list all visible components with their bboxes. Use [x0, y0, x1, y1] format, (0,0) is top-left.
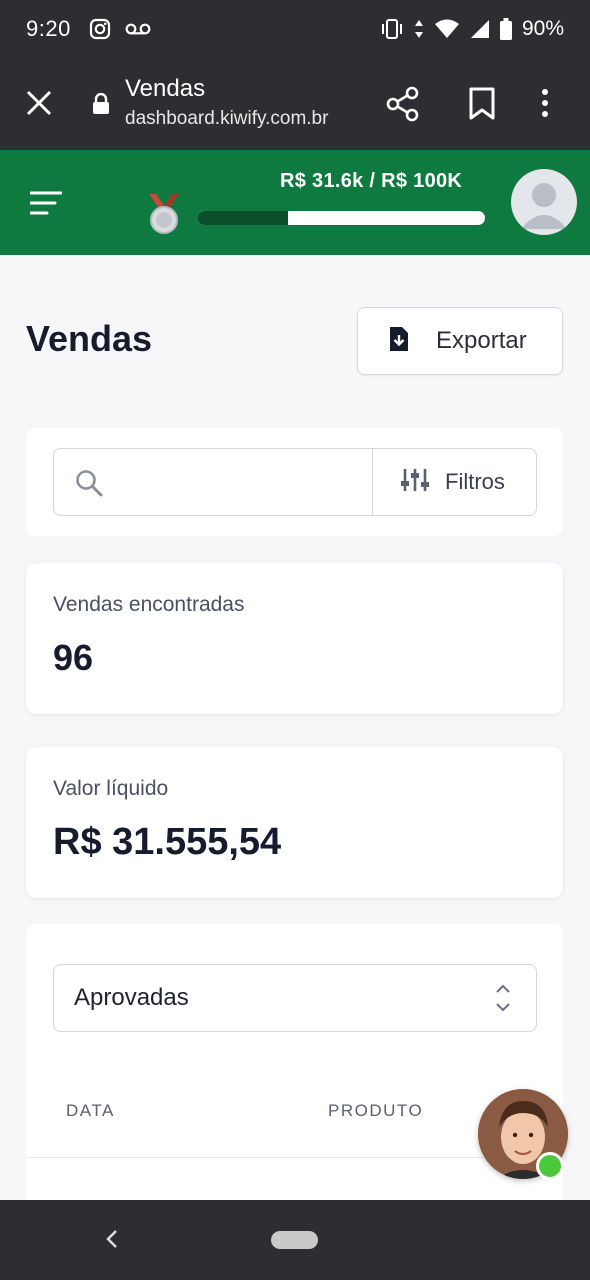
vibrate-icon [380, 18, 404, 40]
sales-found-card: Vendas encontradas 96 [26, 563, 563, 714]
battery-percent: 90% [521, 17, 564, 40]
app-header [0, 150, 590, 255]
data-arrows-icon [414, 18, 424, 40]
system-status-bar: 9:20 90% [0, 0, 590, 58]
wifi-icon [434, 19, 460, 39]
net-value-card: Valor líquido R$ 31.555,54 [26, 747, 563, 898]
home-pill-button[interactable] [271, 1231, 318, 1249]
browser-page-title: Vendas [125, 75, 206, 102]
signal-icon [470, 19, 490, 39]
battery-icon [499, 18, 512, 40]
more-vert-icon[interactable] [540, 88, 550, 123]
medal-icon [146, 192, 182, 241]
status-filter-value: Aprovadas [74, 984, 189, 1011]
browser-toolbar: Vendas dashboard.kiwify.com.br [0, 58, 590, 150]
menu-icon[interactable] [29, 190, 63, 221]
sliders-icon [401, 467, 429, 498]
filters-button[interactable]: Filtros [372, 448, 537, 516]
export-button[interactable]: Exportar [357, 307, 563, 375]
select-chevrons-icon [494, 982, 512, 1019]
sales-found-label: Vendas encontradas [53, 593, 245, 616]
online-status-dot [536, 1152, 564, 1180]
table-divider [26, 1157, 563, 1158]
page-title: Vendas [26, 318, 153, 359]
status-time: 9:20 [26, 16, 71, 41]
search-icon [74, 468, 104, 503]
back-icon[interactable] [104, 1229, 120, 1254]
status-filter-select[interactable]: Aprovadas [53, 964, 537, 1032]
android-navigation-bar [0, 1200, 590, 1280]
column-header-data[interactable]: DATA [66, 1101, 115, 1121]
file-download-icon [388, 325, 410, 358]
filters-label: Filtros [445, 469, 505, 494]
share-icon[interactable] [386, 86, 420, 127]
avatar-icon[interactable] [511, 169, 577, 235]
bookmark-icon[interactable] [468, 87, 496, 126]
goal-progress-bar [197, 211, 485, 225]
browser-title-area[interactable]: Vendas dashboard.kiwify.com.br [125, 74, 328, 132]
net-value-label: Valor líquido [53, 777, 169, 800]
goal-progress-text: R$ 31.6k / R$ 100K [280, 170, 463, 192]
export-label: Exportar [436, 327, 527, 354]
lock-icon [92, 92, 110, 120]
browser-url: dashboard.kiwify.com.br [125, 108, 329, 129]
voicemail-icon [125, 22, 151, 36]
column-header-produto[interactable]: PRODUTO [328, 1101, 423, 1121]
net-value-value: R$ 31.555,54 [53, 821, 282, 863]
sales-found-value: 96 [53, 637, 94, 678]
goal-progress-fill [197, 211, 288, 225]
instagram-icon [89, 18, 111, 40]
close-icon[interactable] [24, 88, 54, 123]
